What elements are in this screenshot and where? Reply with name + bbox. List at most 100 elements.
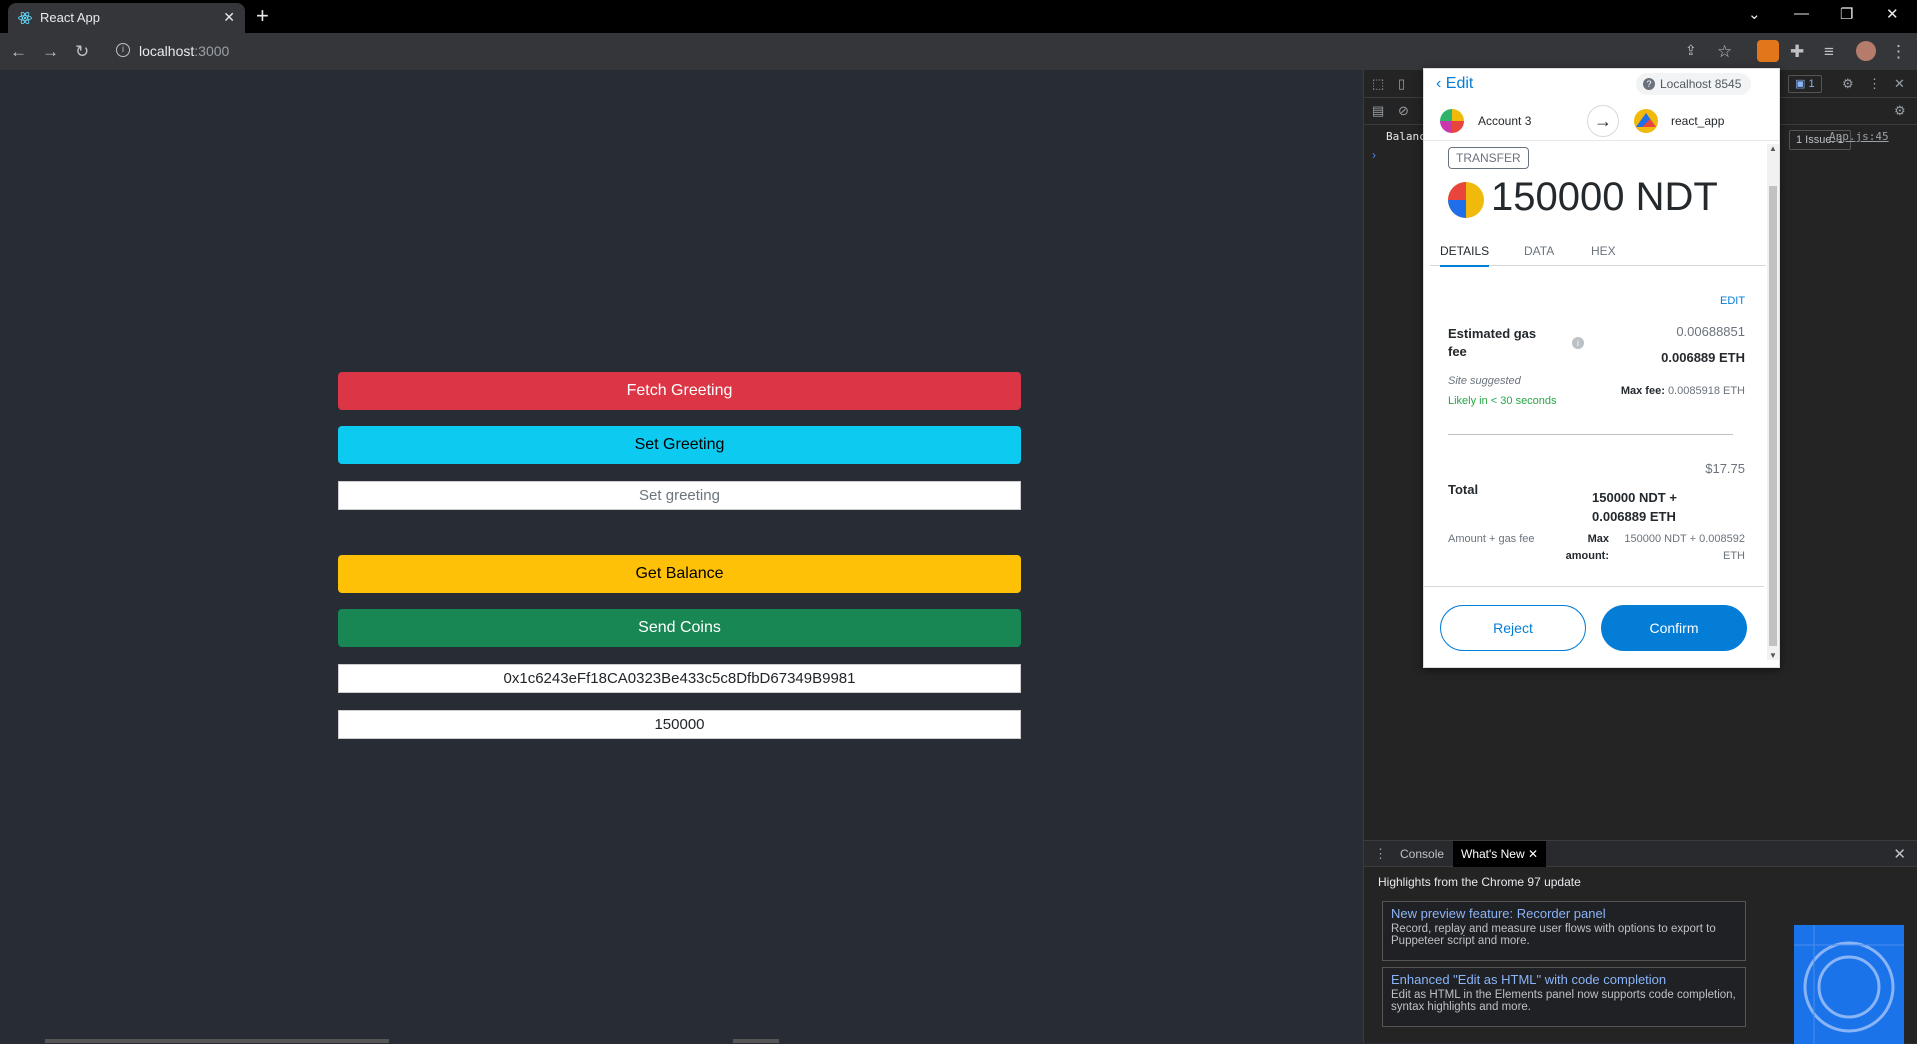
details-tabs: DETAILS DATA HEX bbox=[1430, 234, 1766, 267]
browser-tab-strip: React App ✕ + ⌄ — ❐ ✕ bbox=[0, 0, 1917, 33]
tab-data[interactable]: DATA bbox=[1524, 244, 1554, 258]
drawer-tabbar: ⋮ Console What's New ✕ ✕ bbox=[1364, 841, 1917, 867]
account-avatar bbox=[1440, 109, 1464, 133]
news-description: Edit as HTML in the Elements panel now s… bbox=[1391, 989, 1736, 1013]
from-account-name: Account 3 bbox=[1478, 114, 1532, 128]
news-title[interactable]: Enhanced "Edit as HTML" with code comple… bbox=[1391, 972, 1737, 987]
divider bbox=[1424, 586, 1764, 587]
news-thumbnail bbox=[1794, 925, 1904, 1044]
inspect-element-icon[interactable]: ⬚ bbox=[1372, 76, 1384, 92]
devtools-menu-icon[interactable]: ⋮ bbox=[1868, 76, 1881, 92]
site-suggested-label: Site suggested bbox=[1448, 375, 1521, 387]
amount-input[interactable]: 150000 bbox=[338, 710, 1021, 739]
minimize-icon[interactable]: — bbox=[1794, 5, 1809, 22]
confirm-button[interactable]: Confirm bbox=[1601, 605, 1747, 651]
reload-icon[interactable]: ↻ bbox=[75, 42, 89, 62]
greeting-input[interactable]: Set greeting bbox=[338, 481, 1021, 510]
chevron-left-icon: ‹ bbox=[1436, 75, 1442, 92]
tab-whats-new[interactable]: What's New ✕ bbox=[1453, 841, 1547, 867]
total-label: Total bbox=[1448, 482, 1479, 497]
forward-icon[interactable]: → bbox=[42, 42, 59, 62]
news-item[interactable]: Enhanced "Edit as HTML" with code comple… bbox=[1382, 967, 1746, 1027]
popup-scrollbar[interactable]: ▲ ▼ bbox=[1767, 144, 1779, 660]
browser-tab[interactable]: React App ✕ bbox=[8, 3, 245, 33]
account-transfer-header: Account 3 → react_app bbox=[1424, 101, 1779, 141]
drawer-close-icon[interactable]: ✕ bbox=[1893, 845, 1906, 863]
transfer-amount: 150000 NDT bbox=[1491, 175, 1718, 219]
tab-hex[interactable]: HEX bbox=[1591, 244, 1616, 258]
set-greeting-button[interactable]: Set Greeting bbox=[338, 426, 1021, 464]
clear-console-icon[interactable]: ⊘ bbox=[1398, 103, 1409, 119]
share-icon[interactable]: ⇪ bbox=[1685, 42, 1697, 59]
get-balance-button[interactable]: Get Balance bbox=[338, 555, 1021, 593]
scrollbar-thumb[interactable] bbox=[1769, 186, 1777, 646]
scroll-up-icon[interactable]: ▲ bbox=[1769, 144, 1777, 153]
tab-details[interactable]: DETAILS bbox=[1440, 244, 1490, 267]
max-fee: Max fee: 0.0085918 ETH bbox=[1620, 385, 1745, 397]
app-page: Fetch Greeting Set Greeting Set greeting… bbox=[0, 70, 1363, 1043]
max-amount-label: Max amount: bbox=[1565, 533, 1609, 562]
network-pill[interactable]: ? Localhost 8545 bbox=[1636, 73, 1752, 95]
news-description: Record, replay and measure user flows wi… bbox=[1391, 923, 1716, 947]
tab-console[interactable]: Console bbox=[1400, 847, 1444, 861]
metamask-confirm-popup: ‹ Edit ? Localhost 8545 Account 3 → reac… bbox=[1423, 68, 1780, 668]
reading-list-icon[interactable]: ≡ bbox=[1824, 42, 1834, 62]
console-settings-icon[interactable]: ⚙ bbox=[1894, 103, 1906, 119]
metamask-fox-icon[interactable] bbox=[1757, 40, 1779, 62]
extensions-puzzle-icon[interactable]: ✚ bbox=[1790, 42, 1804, 62]
console-prompt-icon[interactable]: › bbox=[1372, 148, 1376, 162]
arrow-right-icon: → bbox=[1587, 105, 1619, 137]
window-close-icon[interactable]: ✕ bbox=[1886, 5, 1899, 23]
site-info-icon[interactable]: i bbox=[116, 43, 130, 57]
gas-fee-secondary: 0.00688851 bbox=[1676, 324, 1745, 339]
time-estimate: Likely in < 30 seconds bbox=[1448, 395, 1557, 407]
browser-menu-icon[interactable]: ⋮ bbox=[1890, 42, 1907, 62]
device-toolbar-icon[interactable]: ▯ bbox=[1398, 76, 1405, 92]
edit-gas-link[interactable]: EDIT bbox=[1720, 295, 1745, 307]
source-link[interactable]: App.js:45 bbox=[1829, 130, 1889, 143]
devtools-drawer: ⋮ Console What's New ✕ ✕ Highlights from… bbox=[1364, 840, 1917, 1044]
horizontal-scrollbar[interactable] bbox=[45, 1039, 389, 1043]
console-log-text: Balanc bbox=[1386, 130, 1426, 143]
new-tab-icon[interactable]: + bbox=[256, 5, 269, 27]
address-input[interactable]: 0x1c6243eFf18CA0323Be433c5c8DfbD67349B99… bbox=[338, 664, 1021, 693]
tab-title: React App bbox=[40, 10, 100, 25]
scroll-down-icon[interactable]: ▼ bbox=[1769, 651, 1777, 660]
transfer-badge: TRANSFER bbox=[1448, 147, 1529, 169]
react-logo-icon bbox=[18, 11, 32, 25]
max-amount-value: 150000 NDT + 0.008592 ETH bbox=[1624, 533, 1745, 562]
address-bar[interactable]: localhost:3000 bbox=[139, 43, 229, 59]
profile-avatar[interactable] bbox=[1856, 41, 1876, 61]
fetch-greeting-button[interactable]: Fetch Greeting bbox=[338, 372, 1021, 410]
divider bbox=[1448, 434, 1733, 435]
restore-icon[interactable]: ❐ bbox=[1840, 5, 1853, 23]
news-item[interactable]: New preview feature: Recorder panel Reco… bbox=[1382, 901, 1746, 961]
info-icon[interactable]: i bbox=[1572, 337, 1584, 349]
to-account-name: react_app bbox=[1671, 114, 1725, 128]
tab-search-icon[interactable]: ⌄ bbox=[1748, 5, 1761, 23]
info-icon: ? bbox=[1643, 78, 1655, 90]
network-name: Localhost 8545 bbox=[1660, 77, 1742, 91]
contract-avatar bbox=[1634, 109, 1658, 133]
token-icon bbox=[1448, 182, 1484, 218]
drawer-menu-icon[interactable]: ⋮ bbox=[1374, 846, 1387, 862]
devtools-close-icon[interactable]: ✕ bbox=[1894, 76, 1905, 92]
messages-badge[interactable]: ▣ 1 bbox=[1788, 75, 1822, 93]
browser-toolbar: ← → ↻ i localhost:3000 ⇪ ☆ ✚ ≡ ⋮ bbox=[0, 33, 1917, 70]
send-coins-button[interactable]: Send Coins bbox=[338, 609, 1021, 647]
sidebar-toggle-icon[interactable]: ▤ bbox=[1372, 103, 1384, 119]
bookmark-star-icon[interactable]: ☆ bbox=[1717, 42, 1732, 62]
gas-fee-label: Estimated gas fee bbox=[1448, 326, 1537, 359]
horizontal-scrollbar-segment[interactable] bbox=[733, 1039, 779, 1043]
settings-gear-icon[interactable]: ⚙ bbox=[1842, 76, 1854, 92]
back-icon[interactable]: ← bbox=[10, 42, 27, 62]
total-usd: $17.75 bbox=[1705, 461, 1745, 476]
amount-gas-label: Amount + gas fee bbox=[1448, 533, 1535, 545]
reject-button[interactable]: Reject bbox=[1440, 605, 1586, 651]
whats-new-heading: Highlights from the Chrome 97 update bbox=[1378, 875, 1581, 889]
total-value: 150000 NDT + 0.006889 ETH bbox=[1592, 490, 1677, 524]
back-edit-link[interactable]: ‹ Edit bbox=[1436, 75, 1473, 93]
news-title[interactable]: New preview feature: Recorder panel bbox=[1391, 906, 1737, 921]
gas-fee-primary: 0.006889 ETH bbox=[1661, 350, 1745, 365]
close-icon[interactable]: ✕ bbox=[223, 9, 235, 26]
